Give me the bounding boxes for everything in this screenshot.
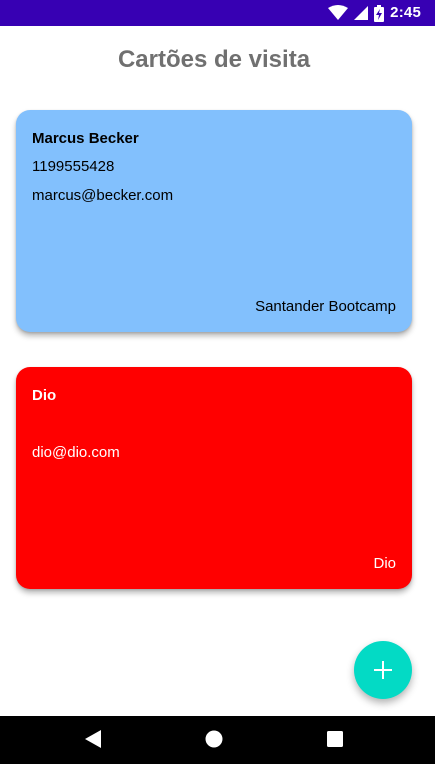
wifi-icon: [328, 5, 349, 21]
navigation-bar: [0, 716, 435, 764]
back-button[interactable]: [82, 729, 104, 753]
plus-icon: [374, 661, 392, 679]
battery-charging-icon: [374, 4, 385, 22]
status-icons: 2:45: [328, 4, 421, 22]
card-email: dio@dio.com: [32, 444, 120, 461]
card-name: Dio: [32, 387, 57, 404]
home-button[interactable]: [203, 730, 225, 752]
recents-button[interactable]: [324, 730, 346, 752]
recents-icon: [327, 730, 343, 752]
page-title: Cartões de visita: [117, 46, 311, 73]
card-name: Marcus Becker: [32, 130, 139, 147]
business-card[interactable]: Marcus Becker 1199555428 marcus@becker.c…: [16, 110, 412, 332]
card-company: Santander Bootcamp: [255, 298, 396, 315]
status-time: 2:45: [390, 4, 421, 21]
business-card[interactable]: Dio dio@dio.com Dio: [16, 367, 412, 589]
signal-icon: [354, 5, 369, 21]
card-email: marcus@becker.com: [32, 187, 174, 204]
home-icon: [205, 730, 223, 753]
status-bar: 2:45: [0, 0, 435, 26]
card-company: Dio: [373, 555, 396, 572]
add-card-button[interactable]: [354, 641, 412, 699]
back-icon: [85, 729, 101, 753]
card-phone: 1199555428: [32, 158, 115, 175]
